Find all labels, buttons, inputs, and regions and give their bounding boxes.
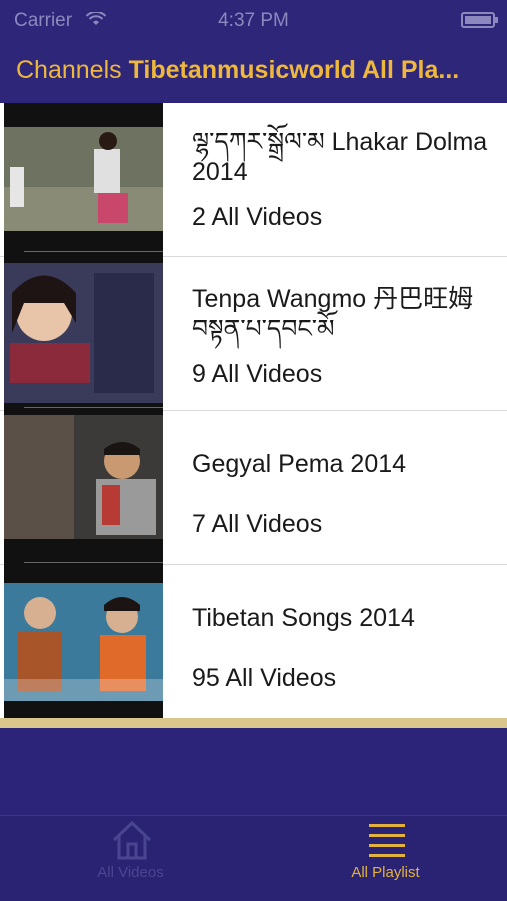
playlist-title: Tibetan Songs 2014 <box>192 604 415 632</box>
list-background <box>0 728 507 815</box>
video-count: 95 All Videos <box>192 664 337 692</box>
tab-all-videos[interactable]: All Videos <box>4 816 257 901</box>
tab-label: All Videos <box>97 864 164 881</box>
playlist-row[interactable]: Gegyal Pema 2014 7 All Videos <box>0 411 507 565</box>
playlist-row[interactable]: Tibetan Songs 2014 95 All Videos <box>0 565 507 719</box>
thumbnail-image <box>4 415 163 539</box>
status-bar: Carrier 4:37 PM <box>0 0 507 40</box>
tab-bar: All Videos All Playlist <box>0 815 507 901</box>
title-channel: Tibetanmusicworld All Pla... <box>128 56 460 84</box>
playlist-title: Tenpa Wangmo 丹巴旺姆 བསྟན་པ་དབང་མོ <box>192 285 474 343</box>
clock: 4:37 PM <box>218 10 289 31</box>
video-count: 9 All Videos <box>192 360 323 388</box>
battery-icon <box>461 12 498 28</box>
playlist-thumbnail <box>4 565 163 719</box>
tab-label: All Playlist <box>351 864 420 881</box>
thumbnail-image <box>4 583 163 701</box>
playlist-thumbnail <box>4 257 163 411</box>
tab-all-playlist[interactable]: All Playlist <box>259 816 507 901</box>
playlist-row[interactable]: ལྷ་དཀར་སྒྲོལ་མ Lhakar Dolma 2014 2 All V… <box>0 103 507 257</box>
navigation-bar: Channels Tibetanmusicworld All Pla... <box>0 40 507 102</box>
video-count: 2 All Videos <box>192 203 323 231</box>
playlist-title: ལྷ་དཀར་སྒྲོལ་མ Lhakar Dolma 2014 <box>192 128 488 186</box>
page-title: Channels Tibetanmusicworld All Pla... <box>16 56 496 85</box>
title-prefix: Channels <box>16 56 122 84</box>
playlist-row[interactable]: Tenpa Wangmo 丹巴旺姆 བསྟན་པ་དབང་མོ 9 All Vi… <box>0 257 507 411</box>
thumbnail-image <box>4 263 163 403</box>
partial-row <box>0 718 507 728</box>
video-count: 7 All Videos <box>192 510 323 538</box>
playlist-thumbnail <box>4 411 163 565</box>
playlist-list[interactable]: ལྷ་དཀར་སྒྲོལ་མ Lhakar Dolma 2014 2 All V… <box>0 103 507 728</box>
thumbnail-image <box>4 127 163 231</box>
playlist-thumbnail <box>4 103 163 257</box>
playlist-title: Gegyal Pema 2014 <box>192 450 407 478</box>
home-icon <box>112 820 152 860</box>
list-icon <box>369 824 405 857</box>
